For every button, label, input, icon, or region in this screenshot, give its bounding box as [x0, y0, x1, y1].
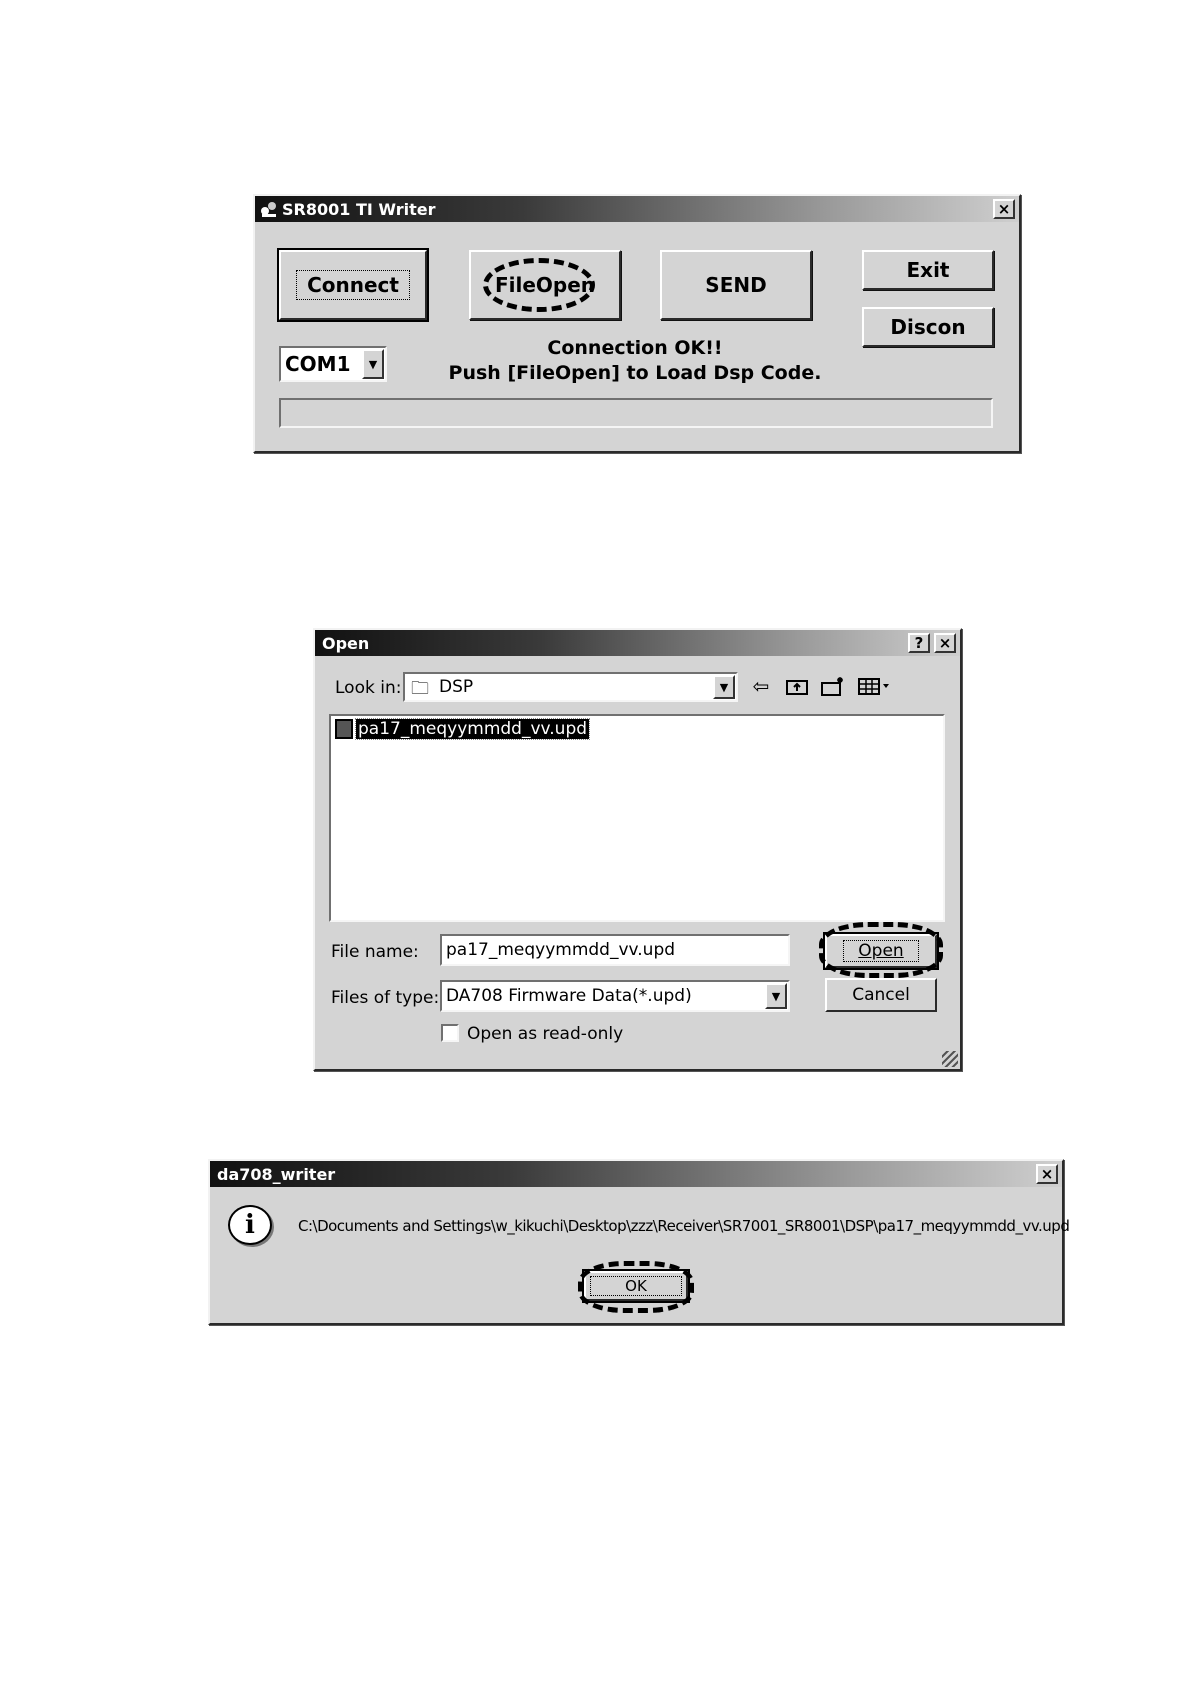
up-folder-icon[interactable]	[783, 674, 811, 698]
discon-label: Discon	[890, 315, 966, 339]
chevron-down-icon: ▼	[368, 357, 378, 371]
status-line-1: Connection OK!!	[547, 337, 723, 359]
file-name-input[interactable]: pa17_meqyymmdd_vv.upd	[440, 934, 790, 966]
close-icon: ×	[1040, 1164, 1054, 1183]
open-button[interactable]: Open	[823, 932, 939, 970]
file-list-item-name: pa17_meqyymmdd_vv.upd	[354, 718, 591, 740]
file-icon	[335, 719, 353, 739]
chevron-down-icon: ▼	[771, 989, 781, 1003]
message-box: da708_writer × i C:\Documents and Settin…	[208, 1159, 1070, 1325]
file-type-dropdown-arrow[interactable]: ▼	[765, 983, 787, 1009]
close-icon: ×	[938, 633, 952, 652]
help-button[interactable]: ?	[908, 633, 930, 653]
close-button[interactable]: ×	[993, 199, 1015, 219]
resize-grip-icon[interactable]	[942, 1051, 958, 1067]
open-dialog: Open ? × Look in: 🗀 DSP ▼ ⇦ pa17_meqyymm…	[313, 628, 962, 1071]
ti-writer-titlebar[interactable]: SR8001 TI Writer ×	[255, 196, 1019, 222]
port-value: COM1	[285, 352, 351, 376]
file-name-value: pa17_meqyymmdd_vv.upd	[446, 940, 676, 960]
open-dialog-title: Open	[322, 633, 370, 653]
port-dropdown-arrow[interactable]: ▼	[362, 349, 384, 379]
status-text: Connection OK!! Push [FileOpen] to Load …	[435, 336, 835, 386]
back-icon[interactable]: ⇦	[747, 674, 775, 698]
cancel-button-label: Cancel	[852, 985, 910, 1005]
progress-bar	[279, 398, 993, 428]
send-button[interactable]: SEND	[660, 250, 812, 320]
file-type-value: DA708 Firmware Data(*.upd)	[446, 986, 692, 1006]
folder-icon: 🗀	[411, 678, 429, 699]
message-box-title: da708_writer	[217, 1164, 336, 1184]
close-icon: ×	[997, 199, 1011, 218]
fileopen-button[interactable]: FileOpen	[469, 250, 621, 320]
ok-button-label: OK	[590, 1276, 682, 1296]
look-in-value: DSP	[439, 677, 474, 697]
look-in-label: Look in:	[335, 678, 402, 698]
open-dialog-titlebar[interactable]: Open ? ×	[315, 630, 960, 656]
message-box-titlebar[interactable]: da708_writer ×	[210, 1161, 1062, 1187]
ok-button[interactable]: OK	[582, 1269, 690, 1303]
fileopen-label: FileOpen	[494, 273, 596, 297]
app-icon	[261, 202, 276, 217]
status-line-2: Push [FileOpen] to Load Dsp Code.	[448, 362, 822, 384]
exit-label: Exit	[906, 258, 950, 282]
cancel-button[interactable]: Cancel	[825, 978, 937, 1012]
file-list[interactable]: pa17_meqyymmdd_vv.upd	[329, 714, 945, 922]
file-name-label: File name:	[331, 942, 419, 962]
file-type-select[interactable]: DA708 Firmware Data(*.upd) ▼	[440, 980, 790, 1012]
new-folder-icon[interactable]	[819, 674, 847, 698]
connect-button[interactable]: Connect	[277, 248, 429, 322]
view-menu-icon[interactable]	[855, 674, 895, 698]
open-dialog-close-button[interactable]: ×	[934, 633, 956, 653]
port-select[interactable]: COM1 ▼	[279, 346, 387, 382]
ti-writer-window: SR8001 TI Writer × Connect FileOpen SEND…	[253, 194, 1021, 453]
info-icon: i	[228, 1205, 272, 1245]
send-label: SEND	[705, 273, 767, 297]
open-button-label: Open	[843, 940, 919, 962]
readonly-checkbox[interactable]	[441, 1024, 459, 1042]
message-box-close-button[interactable]: ×	[1036, 1164, 1058, 1184]
help-icon: ?	[914, 633, 924, 652]
readonly-label[interactable]: Open as read-only	[467, 1024, 623, 1044]
look-in-dropdown-arrow[interactable]: ▼	[713, 675, 735, 699]
look-in-select[interactable]: 🗀 DSP ▼	[403, 672, 738, 702]
file-type-label: Files of type:	[331, 988, 440, 1008]
discon-button[interactable]: Discon	[862, 307, 994, 347]
info-glyph: i	[245, 1210, 255, 1240]
chevron-down-icon: ▼	[719, 680, 729, 694]
window-title: SR8001 TI Writer	[282, 199, 436, 219]
list-item[interactable]: pa17_meqyymmdd_vv.upd	[335, 718, 591, 740]
connect-label: Connect	[296, 270, 410, 300]
exit-button[interactable]: Exit	[862, 250, 994, 290]
message-text: C:\Documents and Settings\w_kikuchi\Desk…	[298, 1217, 1070, 1235]
